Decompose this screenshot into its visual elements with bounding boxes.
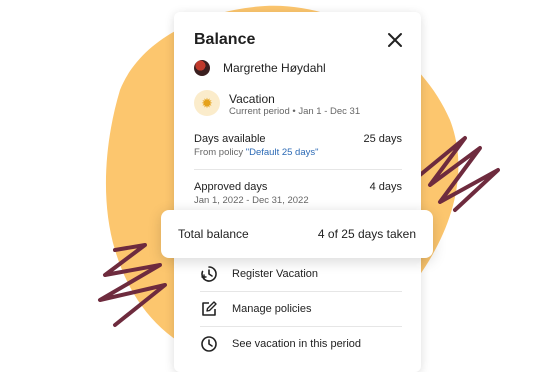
total-balance-card: Total balance 4 of 25 days taken: [161, 210, 433, 258]
see-vacation-button[interactable]: See vacation in this period: [200, 332, 361, 356]
clock-add-icon: [201, 266, 217, 282]
total-balance-value: 4 of 25 days taken: [317, 227, 416, 241]
manage-policies-button[interactable]: Manage policies: [200, 297, 312, 321]
days-available-label: Days available: [194, 133, 266, 145]
policy-name: Vacation: [229, 92, 275, 106]
source-prefix: From policy: [194, 147, 244, 158]
approved-days-value: 4 days: [369, 181, 402, 193]
balance-card: Balance Margrethe Høydahl ✹ Vacation Cur…: [174, 12, 421, 372]
policy-link[interactable]: "Default 25 days": [246, 147, 319, 158]
clock-icon: [201, 336, 217, 352]
divider: [200, 326, 402, 327]
avatar: [194, 60, 210, 76]
approved-days-label: Approved days: [194, 181, 268, 193]
action-label: Register Vacation: [232, 268, 319, 280]
action-label: See vacation in this period: [232, 338, 362, 350]
register-vacation-button[interactable]: Register Vacation: [200, 262, 318, 286]
card-title: Balance: [194, 31, 256, 48]
scribble-right: [418, 136, 500, 212]
approved-days-range: Jan 1, 2022 - Dec 31, 2022: [194, 195, 309, 206]
action-label: Manage policies: [232, 303, 312, 315]
divider: [200, 291, 402, 292]
days-available-source: From policy "Default 25 days": [194, 147, 319, 158]
divider: [194, 169, 402, 170]
policy-period: Current period • Jan 1 - Dec 31: [229, 106, 361, 117]
total-balance-label: Total balance: [178, 227, 249, 241]
edit-icon: [202, 301, 217, 316]
user-row: Margrethe Høydahl: [194, 59, 326, 77]
sun-icon: ✹: [194, 90, 220, 116]
close-icon[interactable]: [386, 31, 404, 49]
user-name: Margrethe Høydahl: [223, 61, 326, 75]
days-available-value: 25 days: [363, 133, 402, 145]
